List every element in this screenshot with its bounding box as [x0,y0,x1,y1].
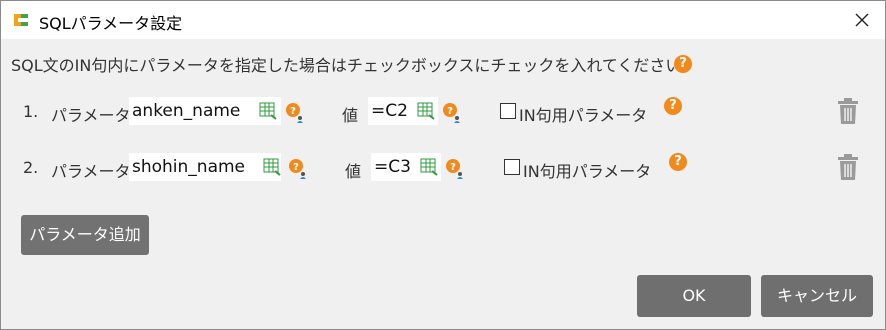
app-logo-icon [14,14,28,26]
in-clause-label: IN句用パラメータ [519,106,648,125]
help-icon[interactable]: ? [664,97,682,115]
svg-text:?: ? [447,106,453,117]
in-clause-label: IN句用パラメータ [523,162,652,181]
title-bar: SQLパラメータ設定 [1,1,885,39]
svg-text:?: ? [290,106,296,117]
in-clause-checkbox[interactable] [504,159,520,175]
value-label: 値 [345,162,362,181]
param-name-input[interactable]: shohin_name [129,153,281,181]
svg-text:?: ? [293,162,299,173]
ok-button[interactable]: OK [637,275,751,317]
value-text: =C2 [371,101,408,121]
cell-select-icon[interactable] [259,102,277,120]
param-name-value: shohin_name [132,157,246,177]
window-title: SQLパラメータ設定 [39,14,183,33]
trash-icon[interactable] [837,153,859,181]
parameter-reference-icon[interactable]: ? [288,158,308,180]
sql-parameter-dialog: SQLパラメータ設定 SQL文のIN句内にパラメータを指定した場合はチェックボッ… [0,0,886,330]
param-label: パラメータ [51,106,131,125]
value-text: =C3 [374,157,411,177]
row-number: 2. [23,158,39,177]
close-icon [855,13,869,27]
row-number: 1. [23,102,39,121]
parameter-reference-icon[interactable]: ? [285,102,305,124]
param-name-value: anken_name [132,101,241,121]
trash-icon[interactable] [837,97,859,125]
cell-select-icon[interactable] [420,158,438,176]
instruction-text: SQL文のIN句内にパラメータを指定した場合はチェックボックスにチェックを入れて… [11,56,698,75]
param-label: パラメータ [51,162,131,181]
cell-select-icon[interactable] [417,102,435,120]
value-reference-icon[interactable]: ? [442,102,462,124]
value-reference-icon[interactable]: ? [445,158,465,180]
help-icon[interactable]: ? [669,153,687,171]
in-clause-checkbox[interactable] [500,103,516,119]
cell-select-icon[interactable] [263,158,281,176]
param-row: 1. パラメータ anken_name ? 値 =C2 ? IN句用パラメータ … [1,97,885,127]
param-row: 2. パラメータ shohin_name ? 値 =C3 ? IN句用パラメータ… [1,153,885,183]
help-icon[interactable]: ? [674,55,692,73]
svg-text:?: ? [450,162,456,173]
value-label: 値 [342,106,359,125]
close-button[interactable] [849,7,875,33]
add-parameter-button[interactable]: パラメータ追加 [21,215,149,255]
cancel-button[interactable]: キャンセル [761,275,873,317]
